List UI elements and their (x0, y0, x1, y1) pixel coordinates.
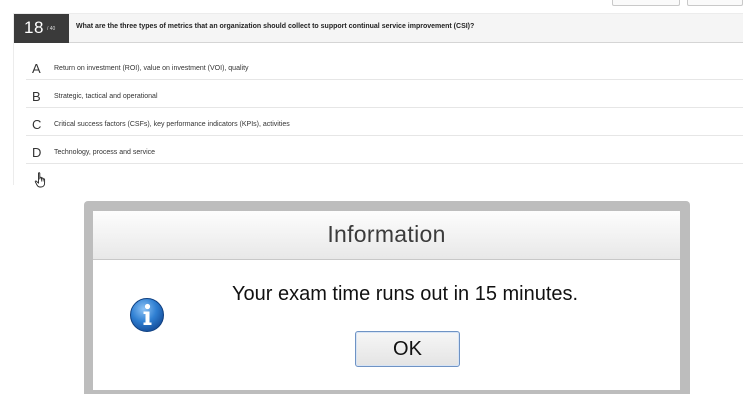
question-header: 18 / 40 What are the three types of metr… (14, 14, 743, 43)
answer-letter: C (32, 117, 42, 132)
top-button-stub[interactable] (687, 0, 743, 6)
question-number: 18 (24, 18, 44, 37)
answer-text: Critical success factors (CSFs), key per… (54, 121, 290, 128)
answer-text: Strategic, tactical and operational (54, 93, 158, 100)
information-dialog: Information Your exam time runs out in 1… (84, 201, 690, 394)
dialog-title: Information (327, 221, 446, 247)
answer-option-a[interactable]: A Return on investment (ROI), value on i… (26, 60, 743, 80)
question-text: What are the three types of metrics that… (76, 23, 475, 30)
info-icon (129, 297, 165, 333)
answer-option-d[interactable]: D Technology, process and service (26, 144, 743, 164)
ok-button[interactable]: OK (355, 331, 460, 367)
answer-letter: B (32, 89, 41, 104)
hand-pointer-icon (34, 172, 48, 188)
question-card: 18 / 40 What are the three types of metr… (13, 13, 743, 188)
answer-option-c[interactable]: C Critical success factors (CSFs), key p… (26, 116, 743, 136)
question-total: / 40 (47, 26, 56, 32)
answer-option-b[interactable]: B Strategic, tactical and operational (26, 88, 743, 108)
answer-letter: D (32, 145, 42, 160)
question-number-badge: 18 / 40 (14, 14, 69, 43)
dialog-body: Information Your exam time runs out in 1… (93, 211, 680, 390)
answer-text: Technology, process and service (54, 149, 156, 156)
answer-letter: A (32, 61, 41, 76)
top-button-stub[interactable] (612, 0, 680, 6)
answer-text: Return on investment (ROI), value on inv… (54, 65, 249, 72)
dialog-message: Your exam time runs out in 15 minutes. (232, 283, 579, 305)
dialog-titlebar[interactable]: Information (93, 211, 680, 260)
